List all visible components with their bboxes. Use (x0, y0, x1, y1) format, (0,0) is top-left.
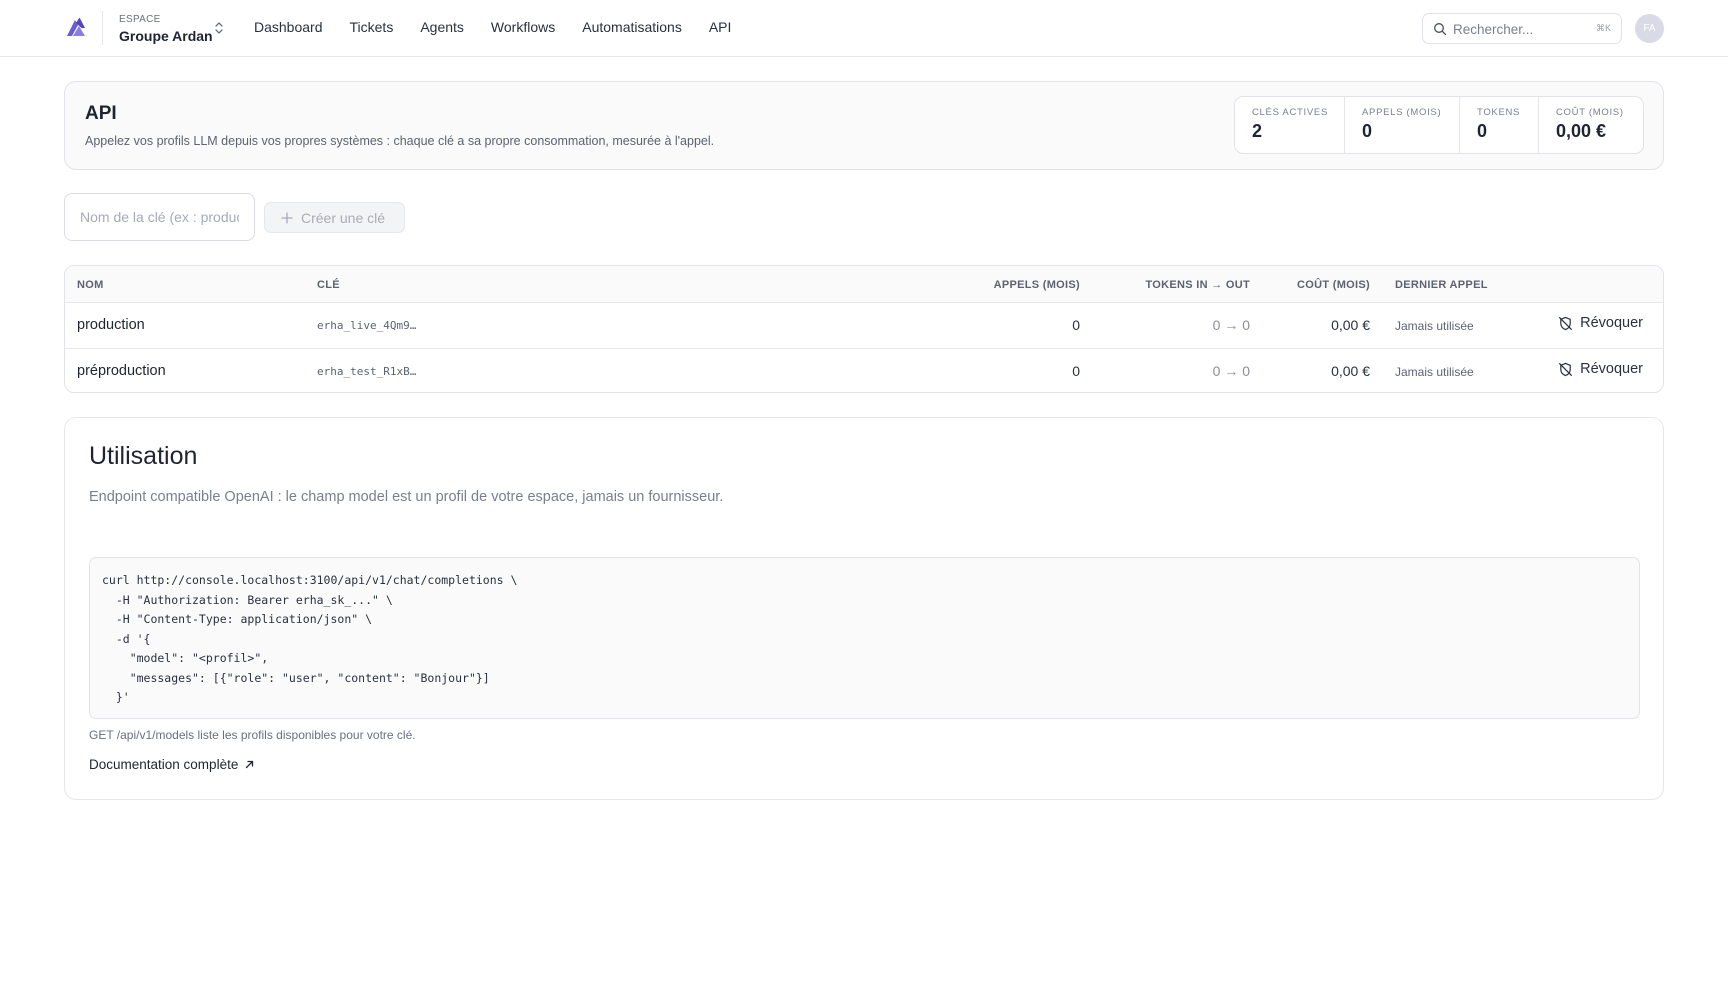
main-nav: Dashboard Tickets Agents Workflows Autom… (254, 19, 758, 35)
plus-icon (281, 211, 293, 224)
chevron-up-down-icon (215, 22, 223, 34)
search-box[interactable]: ⌘K (1422, 13, 1622, 44)
user-avatar[interactable]: FA (1635, 14, 1664, 43)
api-header-card: API Appelez vos profils LLM depuis vos p… (64, 81, 1664, 170)
create-key-label: Créer une clé (301, 209, 386, 226)
nav-tickets[interactable]: Tickets (350, 19, 394, 35)
page-subtitle: Appelez vos profils LLM depuis vos propr… (85, 134, 715, 148)
stat-label: Appels (mois) (1362, 107, 1442, 118)
header-name: Nom (77, 279, 104, 291)
header-cost: Coût (mois) (1297, 279, 1370, 291)
shield-off-icon (1559, 362, 1573, 376)
key-name: production (77, 317, 145, 333)
nav-api[interactable]: API (709, 19, 732, 35)
top-bar: ESPACE Groupe Ardan Dashboard Tickets Ag… (0, 0, 1728, 57)
header-calls: Appels (mois) (993, 279, 1080, 291)
nav-agents[interactable]: Agents (420, 19, 464, 35)
nav-dashboard[interactable]: Dashboard (254, 19, 323, 35)
key-name-input[interactable] (64, 193, 255, 241)
documentation-link[interactable]: Documentation complète (89, 757, 255, 772)
nav-automatisations[interactable]: Automatisations (582, 19, 682, 35)
header-key: Clé (317, 279, 340, 291)
revoke-label: Révoquer (1580, 315, 1643, 331)
key-value: erha_live_4Qm9… (317, 319, 417, 332)
keys-table: Nom Clé Appels (mois) Tokens in → out Co… (64, 265, 1664, 393)
brand-logo-icon[interactable] (64, 16, 88, 40)
workspace-label: ESPACE (119, 14, 161, 25)
stat-tokens: Tokens 0 (1460, 97, 1539, 153)
revoke-button[interactable]: Révoquer (1558, 315, 1643, 331)
key-tokens: 0 → 0 (1212, 363, 1250, 379)
nav-workflows[interactable]: Workflows (491, 19, 555, 35)
stat-value: 0 (1477, 121, 1488, 141)
stat-value: 0,00 € (1556, 121, 1607, 141)
page-title: API (85, 103, 117, 124)
table-row: préproduction erha_test_R1xB… 0 0 → 0 0,… (65, 348, 1663, 392)
topbar-divider (102, 11, 103, 45)
usage-note: GET /api/v1/models liste les profils dis… (89, 728, 416, 742)
usage-card: Utilisation Endpoint compatible OpenAI :… (64, 417, 1664, 800)
key-calls: 0 (1072, 363, 1080, 379)
external-arrow-icon (246, 760, 254, 769)
shield-off-icon (1559, 316, 1573, 330)
header-last-call: Dernier appel (1395, 279, 1488, 291)
stat-active-keys: Clés actives 2 (1235, 97, 1345, 153)
search-shortcut: ⌘K (1595, 23, 1611, 33)
table-header: Nom Clé Appels (mois) Tokens in → out Co… (65, 266, 1663, 303)
key-tokens: 0 → 0 (1212, 317, 1250, 333)
stat-value: 0 (1362, 121, 1373, 141)
stat-label: Clés actives (1252, 107, 1328, 118)
workspace-name: Groupe Ardan (119, 28, 213, 44)
stat-calls: Appels (mois) 0 (1345, 97, 1460, 153)
usage-title: Utilisation (89, 442, 198, 470)
key-cost: 0,00 € (1331, 317, 1370, 333)
key-last-call: Jamais utilisée (1395, 365, 1474, 379)
revoke-button[interactable]: Révoquer (1558, 361, 1643, 377)
search-icon (1434, 23, 1447, 36)
table-row: production erha_live_4Qm9… 0 0 → 0 0,00 … (65, 303, 1663, 348)
search-input[interactable] (1453, 19, 1593, 39)
workspace-switcher[interactable]: ESPACE Groupe Ardan (119, 12, 231, 46)
revoke-label: Révoquer (1580, 361, 1643, 377)
header-tokens: Tokens in → out (1145, 279, 1250, 291)
key-calls: 0 (1072, 317, 1080, 333)
stat-value: 2 (1252, 121, 1263, 141)
usage-subtitle: Endpoint compatible OpenAI : le champ mo… (89, 489, 724, 505)
key-cost: 0,00 € (1331, 363, 1370, 379)
stat-label: Coût (mois) (1556, 107, 1624, 118)
key-last-call: Jamais utilisée (1395, 319, 1474, 333)
code-snippet[interactable]: curl http://console.localhost:3100/api/v… (89, 557, 1640, 719)
documentation-link-label: Documentation complète (89, 757, 239, 772)
stat-cost: Coût (mois) 0,00 € (1539, 97, 1643, 153)
key-value: erha_test_R1xB… (317, 365, 417, 378)
create-key-button[interactable]: Créer une clé (264, 202, 405, 233)
stats-panel: Clés actives 2 Appels (mois) 0 Tokens 0 … (1234, 96, 1644, 154)
stat-label: Tokens (1477, 107, 1521, 118)
key-name: préproduction (77, 363, 166, 379)
